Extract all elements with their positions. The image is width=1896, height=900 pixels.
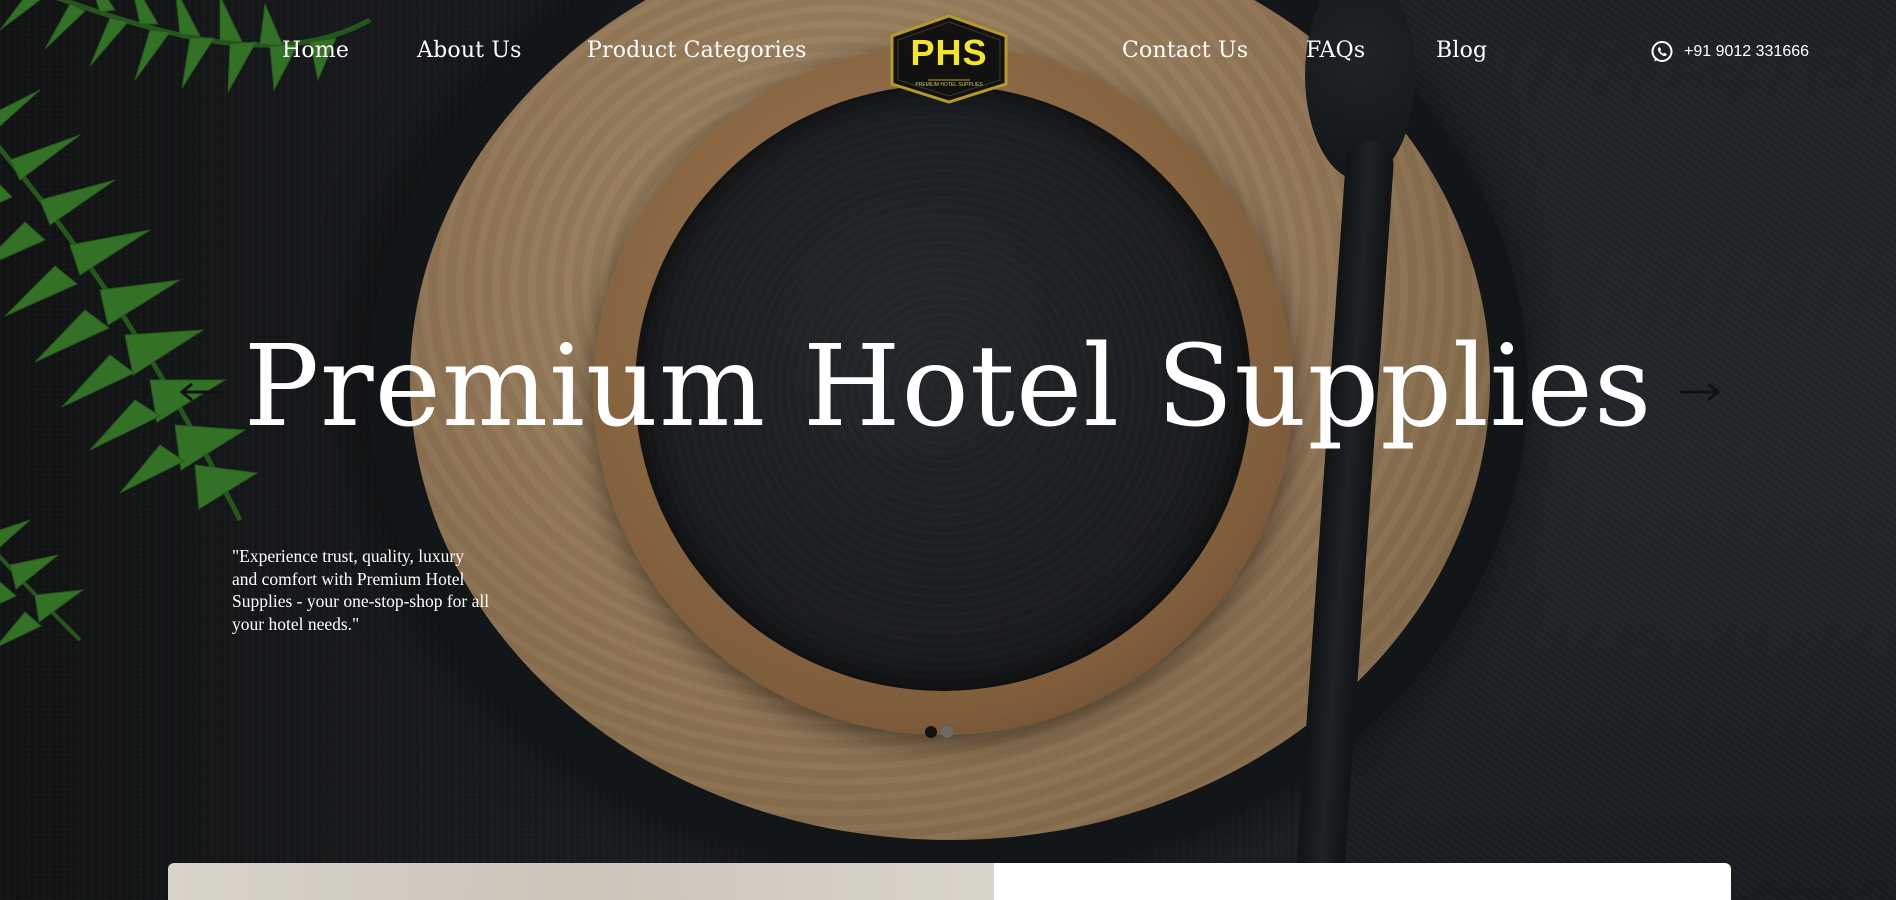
- hero-title: Premium Hotel Supplies: [243, 322, 1653, 452]
- top-navigation: Home About Us Product Categories PHS PRE…: [0, 0, 1896, 110]
- nav-link-blog[interactable]: Blog: [1436, 38, 1487, 63]
- page: Home About Us Product Categories PHS PRE…: [0, 0, 1896, 900]
- logo-subtitle: PREMIUM HOTEL SUPPLIES: [915, 82, 983, 88]
- site-logo[interactable]: PHS PREMIUM HOTEL SUPPLIES: [888, 14, 1010, 104]
- logo-text: PHS: [910, 32, 988, 73]
- slider-dots: [925, 726, 953, 738]
- nav-link-product-categories[interactable]: Product Categories: [587, 38, 807, 63]
- arrow-right-icon[interactable]: [1674, 372, 1724, 412]
- nav-link-about-us[interactable]: About Us: [417, 38, 522, 63]
- section-preview-panel: [994, 863, 1731, 900]
- whatsapp-contact[interactable]: +91 9012 331666: [1650, 40, 1809, 64]
- nav-link-home[interactable]: Home: [282, 38, 349, 63]
- phone-number: +91 9012 331666: [1684, 43, 1810, 60]
- whatsapp-icon: [1651, 41, 1673, 62]
- slide-dot-1[interactable]: [925, 726, 937, 738]
- nav-link-faqs[interactable]: FAQs: [1306, 38, 1365, 63]
- nav-link-contact-us[interactable]: Contact Us: [1122, 38, 1248, 63]
- slide-dot-2[interactable]: [941, 726, 953, 738]
- hero-tagline: "Experience trust, quality, luxury and c…: [232, 546, 490, 634]
- section-preview-image: [168, 863, 994, 900]
